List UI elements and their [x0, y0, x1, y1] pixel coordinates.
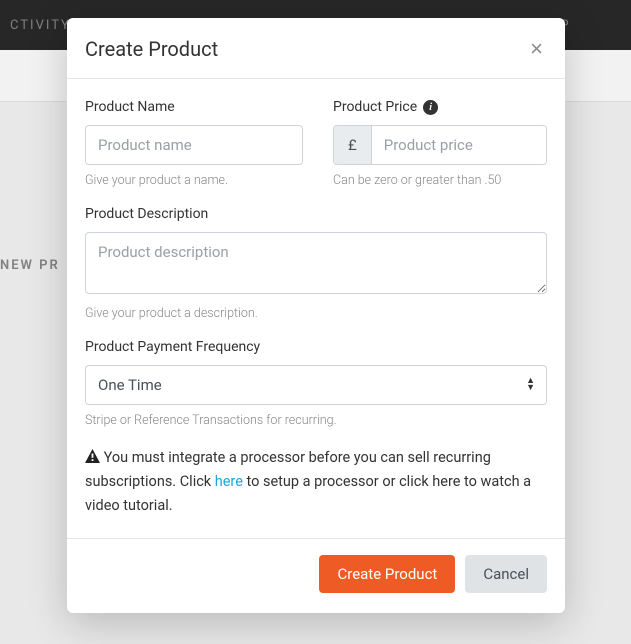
create-product-button[interactable]: Create Product — [319, 555, 455, 593]
payment-frequency-select[interactable]: One Time — [85, 365, 547, 405]
modal-header: Create Product × — [67, 18, 565, 79]
setup-processor-link[interactable]: here — [215, 473, 243, 490]
processor-alert: You must integrate a processor before yo… — [85, 446, 547, 518]
warning-icon — [85, 449, 100, 463]
product-price-input[interactable] — [372, 126, 546, 164]
product-description-input[interactable] — [85, 232, 547, 294]
product-price-help: Can be zero or greater than .50 — [333, 173, 547, 188]
payment-frequency-help: Stripe or Reference Transactions for rec… — [85, 413, 547, 428]
modal-title: Create Product — [85, 37, 218, 61]
product-price-label: Product Price — [333, 99, 417, 115]
create-product-modal: Create Product × Product Name Give your … — [67, 18, 565, 613]
product-name-label: Product Name — [85, 99, 303, 115]
modal-footer: Create Product Cancel — [67, 538, 565, 613]
info-icon[interactable]: i — [423, 100, 438, 115]
close-button[interactable]: × — [526, 36, 547, 62]
currency-addon: £ — [334, 126, 372, 164]
payment-frequency-label: Product Payment Frequency — [85, 339, 547, 355]
cancel-button[interactable]: Cancel — [465, 555, 547, 593]
product-description-help: Give your product a description. — [85, 306, 547, 321]
price-input-group: £ — [333, 125, 547, 165]
product-description-label: Product Description — [85, 206, 547, 222]
product-name-input[interactable] — [85, 125, 303, 165]
product-name-help: Give your product a name. — [85, 173, 303, 188]
close-icon: × — [530, 36, 543, 61]
modal-body: Product Name Give your product a name. P… — [67, 79, 565, 538]
